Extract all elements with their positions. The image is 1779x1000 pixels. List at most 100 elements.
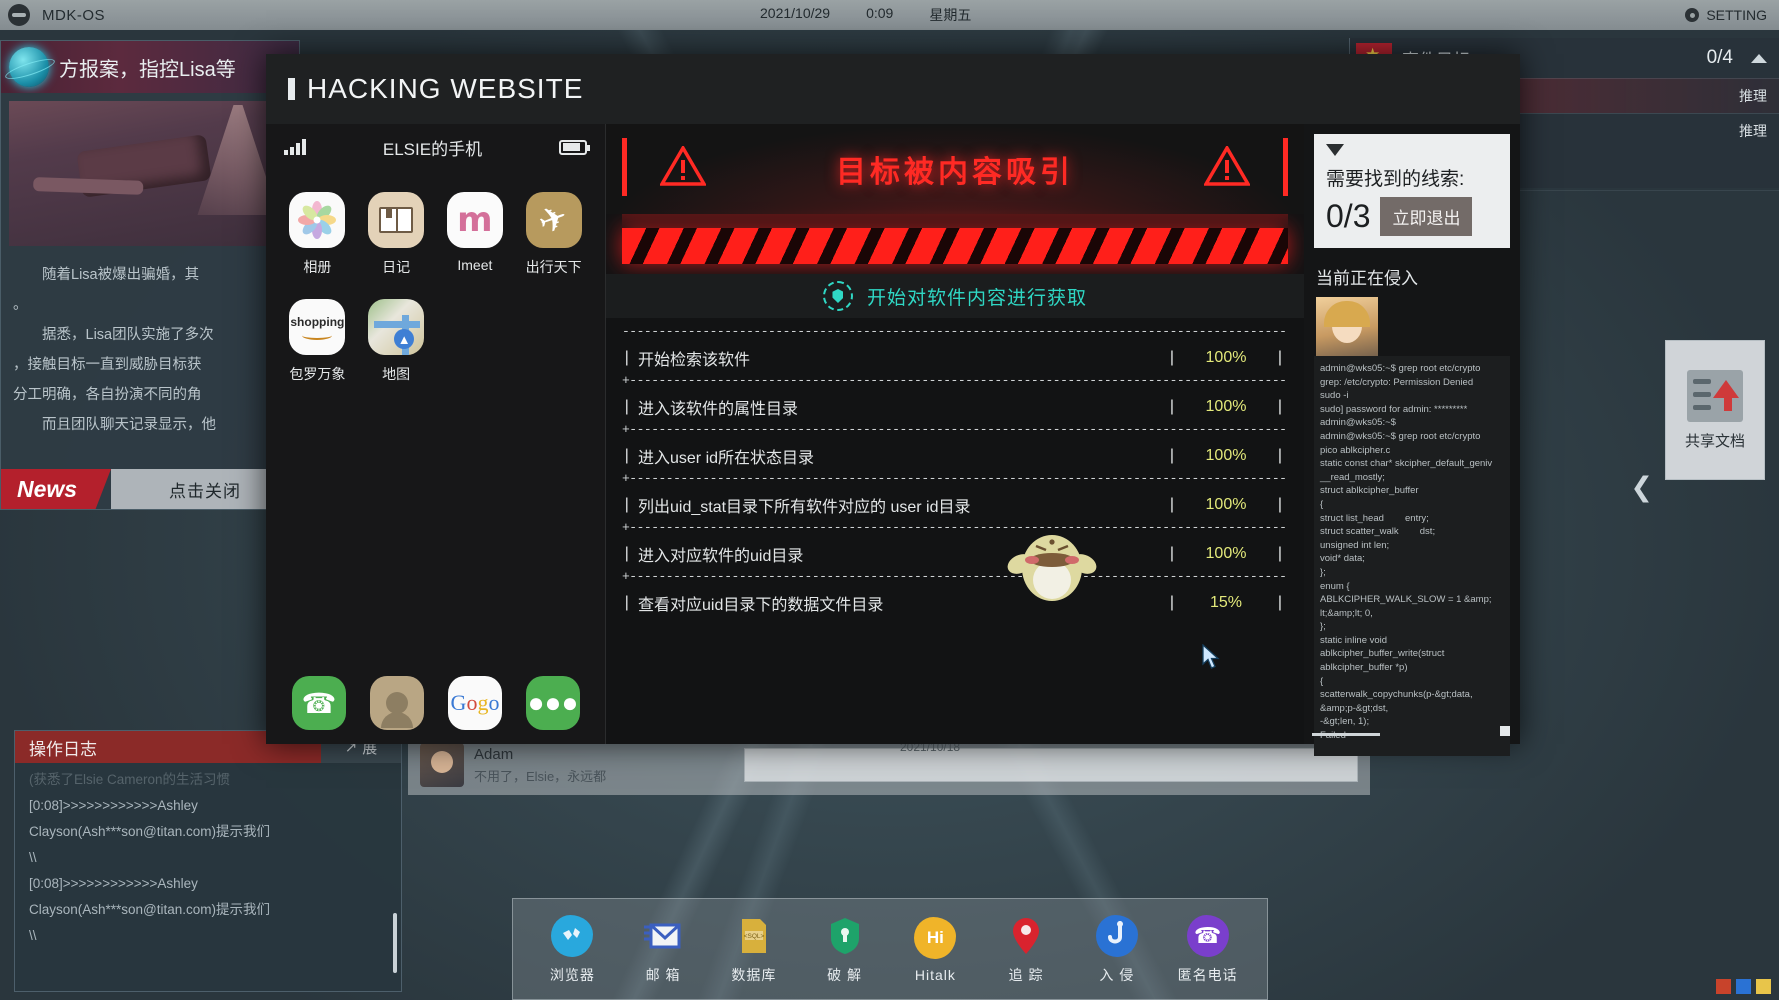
log-line: Clayson(Ash***son@titan.com)提示我们 — [29, 819, 387, 845]
chat-strip[interactable]: Adam 不用了，Elsie，永远都 — [408, 735, 1370, 795]
shopping-icon: shopping — [289, 299, 345, 355]
browser-icon — [550, 914, 594, 958]
settings-button[interactable]: SETTING — [1685, 7, 1767, 23]
os-logo-icon — [8, 4, 30, 26]
avatar — [420, 743, 464, 787]
system-weekday: 星期五 — [929, 5, 971, 25]
phone-app-map[interactable]: ▲ 地图 — [357, 299, 436, 384]
phone-panel: ELSIE的手机 — [266, 124, 606, 744]
news-paragraph: 分工明确，各自扮演不同的角 — [13, 380, 287, 410]
taskbar-label: Hitalk — [915, 967, 956, 983]
code-scrollbar[interactable] — [1312, 733, 1380, 736]
messages-icon[interactable]: ●●● — [526, 676, 580, 730]
watermark-square-icon — [1736, 979, 1751, 994]
signal-icon — [284, 139, 306, 155]
chevron-up-icon[interactable] — [1751, 54, 1767, 63]
taskbar-label: 追 踪 — [1009, 965, 1044, 985]
task-row: | 进入对应软件的uid目录 | 100% | — [622, 538, 1288, 569]
phone-app-shopping[interactable]: shopping 包罗万象 — [278, 299, 357, 384]
news-paragraph: 据悉，Lisa团队实施了多次 — [13, 320, 287, 350]
taskbar-label: 浏览器 — [550, 965, 595, 985]
gogo-browser-icon[interactable]: Gogo — [448, 676, 502, 730]
task-row: | 列出uid_stat目录下所有软件对应的 user id目录 | 100% … — [622, 489, 1288, 520]
pipe-glyph: | — [622, 398, 634, 416]
phone-app-album[interactable]: 相册 — [278, 192, 357, 277]
pipe-glyph: | — [1164, 594, 1180, 612]
taskbar-label: 入 侵 — [1099, 965, 1134, 985]
news-paragraph: 而且团队聊天记录显示，他 — [13, 410, 287, 440]
chevron-down-icon[interactable] — [1326, 144, 1344, 156]
phone-app-grid: 相册 日记 m Imeet — [266, 170, 605, 384]
hacking-website-window: HACKING WEBSITE ELSIE的手机 — [266, 54, 1520, 744]
task-label: 列出uid_stat目录下所有软件对应的 user id目录 — [634, 493, 1164, 517]
task-row: | 查看对应uid目录下的数据文件目录 | 15% | — [622, 587, 1288, 618]
taskbar-app-hitalk[interactable]: Hi Hitalk — [894, 916, 976, 983]
phone-icon[interactable]: ☎ — [292, 676, 346, 730]
task-percent: 100% — [1180, 447, 1272, 465]
shared-doc-icon — [1687, 370, 1743, 422]
taskbar-app-anon-call[interactable]: ☎ 匿名电话 — [1167, 914, 1249, 985]
taskbar-label: 数据库 — [731, 965, 776, 985]
news-footer: News 点击关闭 — [1, 469, 299, 509]
taskbar-app-mail[interactable]: 邮 箱 — [622, 914, 704, 985]
rule-line: ----------------------------------------… — [622, 324, 1288, 342]
screen: RATORIAL PIRE MDK-OS 2021/10/29 0:09 星期五… — [0, 0, 1779, 1000]
taskbar-app-track[interactable]: 追 踪 — [985, 914, 1067, 985]
system-time: 0:09 — [866, 5, 893, 25]
globe-icon — [9, 47, 49, 87]
album-icon — [289, 192, 345, 248]
chat-input[interactable] — [744, 748, 1358, 782]
phone-status-bar: ELSIE的手机 — [266, 124, 605, 170]
phone-app-travel[interactable]: ✈ 出行天下 — [514, 192, 593, 277]
crack-icon — [823, 914, 867, 958]
scrollbar-thumb[interactable] — [393, 913, 397, 973]
pipe-glyph: | — [1272, 349, 1288, 367]
news-body: 随着Lisa被爆出骗婚，其 。 据悉，Lisa团队实施了多次 ，接触目标一直到威… — [1, 254, 299, 446]
app-label: 出行天下 — [526, 257, 582, 277]
taskbar-app-browser[interactable]: 浏览器 — [531, 914, 613, 985]
resize-handle[interactable] — [1500, 726, 1510, 736]
invading-title: 当前正在侵入 — [1316, 264, 1510, 289]
settings-label: SETTING — [1706, 7, 1767, 23]
mascot-sticker-icon — [1006, 524, 1098, 606]
pipe-glyph: | — [622, 545, 634, 563]
news-headline: 方报案，指控Lisa等 — [59, 53, 236, 82]
terminal-panel: 目标被内容吸引 开始对软件内容进行获取 — [606, 124, 1304, 744]
event-action[interactable]: 推理 — [1739, 86, 1767, 106]
taskbar-label: 破 解 — [827, 965, 862, 985]
clue-count: 0/3 — [1326, 198, 1370, 235]
phone-app-diary[interactable]: 日记 — [357, 192, 436, 277]
exit-now-button[interactable]: 立即退出 — [1380, 197, 1472, 236]
shared-doc-widget[interactable]: 共享文档 — [1665, 340, 1765, 480]
task-percent: 100% — [1180, 496, 1272, 514]
taskbar-app-crack[interactable]: 破 解 — [804, 914, 886, 985]
code-stream: admin@wks05:~$ grep root etc/crypto grep… — [1314, 356, 1510, 756]
task-row: | 进入user id所在状态目录 | 100% | — [622, 440, 1288, 471]
operation-log-panel: 操作日志 ↗ 展 (获悉了Elsie Cameron的生活习惯 [0:08]>>… — [14, 730, 402, 992]
pipe-glyph: | — [1272, 594, 1288, 612]
news-tag: News — [1, 469, 111, 509]
alert-banner: 目标被内容吸引 — [606, 124, 1304, 214]
watermark-square-icon — [1756, 979, 1771, 994]
taskbar-app-intrude[interactable]: 入 侵 — [1076, 914, 1158, 985]
phone-app-imeet[interactable]: m Imeet — [436, 192, 515, 277]
window-title-bar: HACKING WEBSITE — [266, 54, 1520, 124]
operation-log-body[interactable]: (获悉了Elsie Cameron的生活习惯 [0:08]>>>>>>>>>>>… — [15, 763, 401, 991]
mouse-cursor — [1202, 644, 1220, 670]
system-bar: MDK-OS 2021/10/29 0:09 星期五 SETTING — [0, 0, 1779, 30]
hitalk-icon: Hi — [913, 916, 957, 960]
contacts-icon[interactable] — [370, 676, 424, 730]
map-icon: ▲ — [368, 299, 424, 355]
intrude-icon — [1095, 914, 1139, 958]
taskbar-app-database[interactable]: <SQL> 数据库 — [713, 914, 795, 985]
event-action[interactable]: 推理 — [1739, 121, 1767, 141]
task-label: 进入user id所在状态目录 — [634, 444, 1164, 468]
clue-question: 需要找到的线索: — [1326, 164, 1498, 191]
invading-target-avatar — [1316, 297, 1378, 359]
imeet-icon: m — [447, 192, 503, 248]
task-percent: 15% — [1180, 594, 1272, 612]
task-label: 开始检索该软件 — [634, 346, 1164, 370]
task-row: | 进入该软件的属性目录 | 100% | — [622, 391, 1288, 422]
collapse-left-icon[interactable]: ❮ — [1630, 472, 1653, 503]
news-panel[interactable]: 方报案，指控Lisa等 随着Lisa被爆出骗婚，其 。 据悉，Lisa团队实施了… — [0, 40, 300, 510]
